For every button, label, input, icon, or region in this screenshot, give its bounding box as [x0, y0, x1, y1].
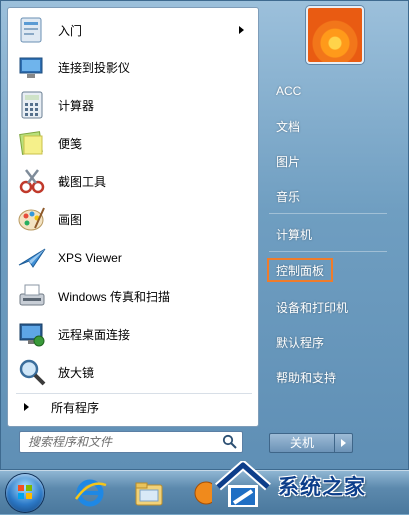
separator — [269, 213, 387, 214]
program-item-magnifier[interactable]: 放大镜 — [12, 354, 254, 390]
program-label: 入门 — [58, 23, 83, 38]
sticky-notes-icon — [16, 127, 48, 159]
remote-desktop-icon — [16, 318, 48, 350]
program-label: 画图 — [58, 212, 83, 227]
right-item-computer[interactable]: 计算机 — [269, 222, 364, 246]
paint-icon — [16, 203, 48, 235]
watermark-logo: 系统之家 — [214, 458, 409, 513]
all-programs-label: 所有程序 — [51, 400, 100, 415]
magnifier-icon — [16, 356, 48, 388]
start-menu: 入门 连接到投影仪 计算器 便笺 截图工具 画图 XPS Viewer Wind… — [0, 0, 409, 470]
right-item-pictures[interactable]: 图片 — [269, 149, 364, 173]
program-item-snipping-tool[interactable]: 截图工具 — [12, 163, 254, 199]
arrow-right-icon — [24, 403, 29, 411]
right-item-music[interactable]: 音乐 — [269, 184, 364, 208]
right-item-help-support[interactable]: 帮助和支持 — [269, 365, 364, 389]
program-label: Windows 传真和扫描 — [58, 289, 171, 304]
program-item-getting-started[interactable]: 入门 — [12, 12, 254, 48]
projector-icon — [16, 51, 48, 83]
separator — [16, 393, 252, 394]
right-item-user[interactable]: ACC — [269, 79, 364, 103]
program-item-paint[interactable]: 画图 — [12, 201, 254, 237]
watermark-text: 系统之家 — [278, 475, 366, 499]
shutdown-button[interactable]: 关机 — [269, 433, 335, 453]
program-item-remote-desktop[interactable]: 远程桌面连接 — [12, 316, 254, 352]
program-label: 计算器 — [58, 98, 95, 113]
program-item-projector[interactable]: 连接到投影仪 — [12, 49, 254, 85]
shutdown-options-button[interactable] — [335, 433, 353, 453]
program-label: 连接到投影仪 — [58, 60, 131, 75]
calculator-icon — [16, 89, 48, 121]
program-label: 截图工具 — [58, 174, 107, 189]
program-item-sticky-notes[interactable]: 便笺 — [12, 125, 254, 161]
submenu-arrow-icon[interactable] — [239, 26, 244, 34]
xps-viewer-icon — [16, 242, 48, 274]
start-orb-icon[interactable] — [6, 474, 44, 512]
program-item-fax-scan[interactable]: Windows 传真和扫描 — [12, 278, 254, 314]
getting-started-icon — [16, 14, 48, 46]
program-item-calculator[interactable]: 计算器 — [12, 87, 254, 123]
right-item-devices-printers[interactable]: 设备和打印机 — [269, 295, 364, 319]
search-input[interactable] — [28, 433, 218, 451]
program-label: 远程桌面连接 — [58, 327, 131, 342]
snipping-tool-icon — [16, 165, 48, 197]
program-label: 放大镜 — [58, 365, 95, 380]
program-label: XPS Viewer — [58, 251, 122, 265]
right-item-documents[interactable]: 文档 — [269, 114, 364, 138]
user-avatar[interactable] — [306, 6, 364, 64]
search-icon[interactable] — [222, 434, 238, 450]
all-programs-button[interactable]: 所有程序 — [16, 396, 254, 418]
fax-scan-icon — [16, 280, 48, 312]
program-item-xps-viewer[interactable]: XPS Viewer — [12, 240, 254, 276]
folder-icon[interactable] — [128, 475, 168, 511]
house-logo-icon — [215, 460, 271, 507]
program-label: 便笺 — [58, 136, 83, 151]
programs-pane: 入门 连接到投影仪 计算器 便笺 截图工具 画图 XPS Viewer Wind… — [7, 7, 259, 427]
search-box[interactable] — [19, 431, 243, 453]
internet-explorer-icon[interactable] — [70, 475, 110, 511]
right-item-control-panel[interactable]: 控制面板 — [267, 258, 333, 282]
right-item-default-programs[interactable]: 默认程序 — [269, 330, 364, 354]
separator — [269, 251, 387, 252]
